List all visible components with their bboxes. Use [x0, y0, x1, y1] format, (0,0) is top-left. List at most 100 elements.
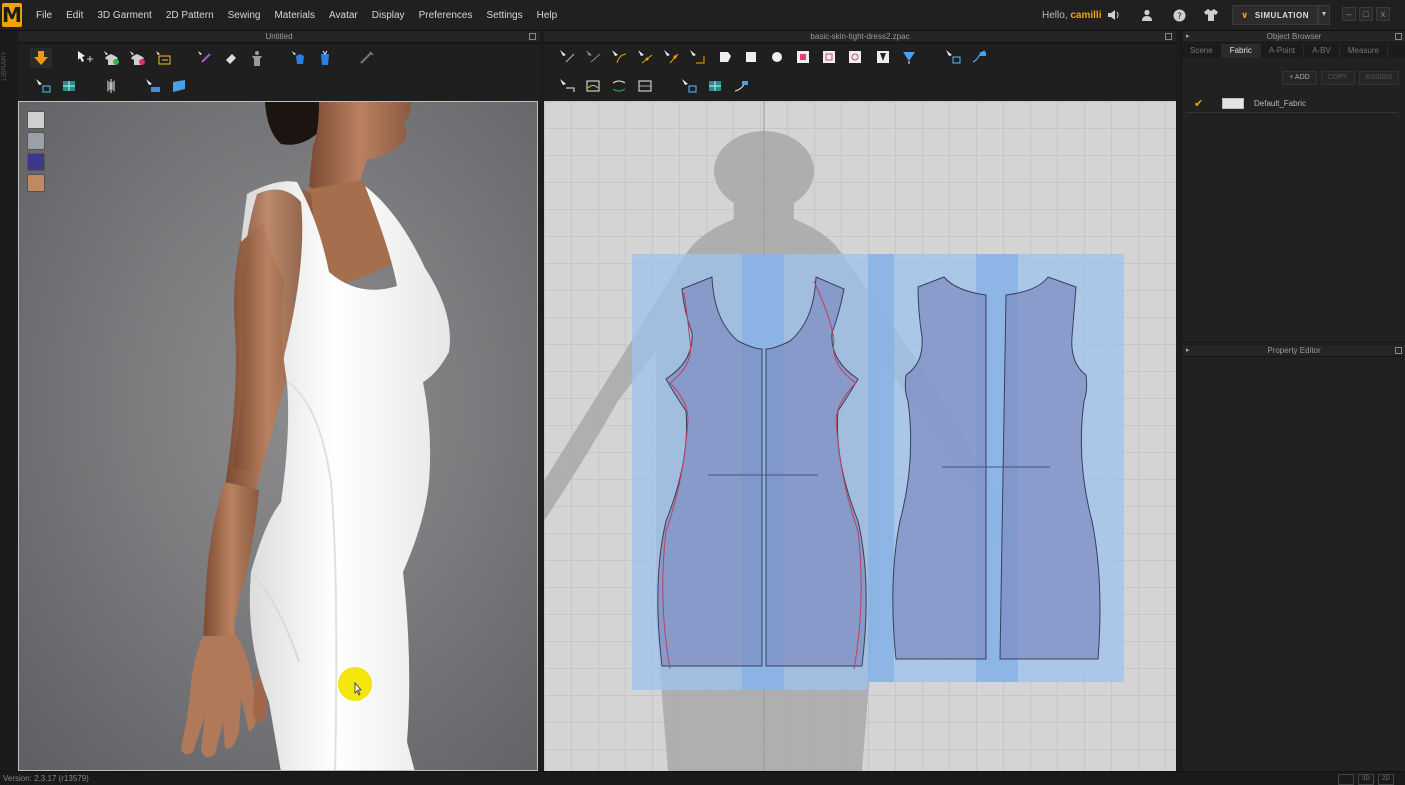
status-bar: Version: 2.3.17 (r13579) 3D 2D — [0, 771, 1405, 785]
view3d-title: Untitled — [265, 32, 293, 41]
fabric-swatch — [1222, 98, 1244, 109]
toolbar-3d-row2 — [18, 72, 540, 101]
skin-display-icon[interactable] — [27, 174, 45, 192]
2d-view-button[interactable]: 2D — [1378, 774, 1394, 785]
internal-rect-icon[interactable] — [818, 47, 840, 67]
unfold-icon[interactable] — [968, 47, 990, 67]
3d-viewport[interactable] — [18, 101, 538, 771]
menu-help[interactable]: Help — [537, 10, 558, 21]
username[interactable]: camilli — [1070, 10, 1101, 21]
avatar-display-icon[interactable] — [27, 132, 45, 150]
transform-pattern-icon[interactable] — [556, 47, 578, 67]
measure-icon[interactable] — [356, 48, 378, 68]
fabric-display-icon[interactable] — [27, 153, 45, 171]
multi-sewing-icon[interactable] — [634, 76, 656, 96]
tab-a-bv[interactable]: A-BV — [1304, 44, 1340, 58]
view3d-header: Untitled — [18, 31, 540, 43]
object-browser-panel: ▸ Object Browser Scene Fabric A-Point A-… — [1181, 31, 1405, 341]
edit-point-icon[interactable] — [582, 47, 604, 67]
import-icon[interactable] — [152, 48, 174, 68]
maximize-panel-icon[interactable] — [1395, 33, 1402, 40]
tab-measure[interactable]: Measure — [1340, 44, 1388, 58]
view2d-title: basic-skin-tight-dress2.zpac — [810, 32, 910, 41]
tab-fabric[interactable]: Fabric — [1221, 44, 1261, 58]
edit-curve-icon[interactable] — [608, 47, 630, 67]
menu-edit[interactable]: Edit — [66, 10, 83, 21]
simulate-icon[interactable] — [30, 48, 52, 68]
close-button[interactable]: x — [1376, 7, 1390, 21]
menu-materials[interactable]: Materials — [274, 10, 315, 21]
avatar-icon[interactable] — [246, 48, 268, 68]
internal-circle-icon[interactable] — [844, 47, 866, 67]
curve-point-icon[interactable] — [634, 47, 656, 67]
toolbar-3d-row1 — [18, 44, 540, 73]
cut-icon[interactable] — [686, 47, 708, 67]
add-button[interactable]: + ADD — [1282, 71, 1317, 85]
eraser-icon[interactable] — [220, 48, 242, 68]
expand-arrow-icon[interactable]: ▸ — [1186, 345, 1190, 357]
edit-sewing-icon[interactable] — [608, 76, 630, 96]
garment-icon[interactable] — [1203, 7, 1219, 23]
tack-icon[interactable] — [314, 48, 336, 68]
pin-icon[interactable] — [194, 48, 216, 68]
menu-3d-garment[interactable]: 3D Garment — [97, 10, 151, 21]
menu-avatar[interactable]: Avatar — [329, 10, 358, 21]
fold-icon[interactable] — [288, 48, 310, 68]
select-mesh-icon[interactable] — [32, 76, 54, 96]
fold-arrow-icon[interactable] — [898, 47, 920, 67]
maximize-panel-icon[interactable] — [529, 33, 536, 40]
maximize-panel-icon[interactable] — [1395, 347, 1402, 354]
segment-sewing-icon[interactable] — [556, 76, 578, 96]
minimize-button[interactable]: – — [1342, 7, 1356, 21]
menu-settings[interactable]: Settings — [486, 10, 522, 21]
toolbar-2d-row1 — [544, 44, 1176, 73]
texture-icon[interactable] — [678, 76, 700, 96]
menu-file[interactable]: File — [36, 10, 52, 21]
trace-icon[interactable] — [942, 47, 964, 67]
list-item[interactable]: ✔ Default_Fabric — [1186, 95, 1398, 113]
split-view-button[interactable] — [1338, 774, 1354, 785]
property-editor-title: Property Editor — [1267, 346, 1321, 355]
user-icon[interactable] — [1139, 7, 1155, 23]
garment-display-icon[interactable] — [27, 111, 45, 129]
select-move-icon[interactable] — [74, 48, 96, 68]
speaker-icon[interactable] — [1106, 7, 1122, 23]
remove-garment-icon[interactable] — [126, 48, 148, 68]
symmetry-icon[interactable] — [100, 76, 122, 96]
tab-scene[interactable]: Scene — [1182, 44, 1222, 58]
grid-icon[interactable] — [704, 76, 726, 96]
rectangle-icon[interactable] — [740, 47, 762, 67]
maximize-button[interactable]: □ — [1359, 7, 1373, 21]
menu-sewing[interactable]: Sewing — [228, 10, 261, 21]
pattern-canvas — [544, 101, 1124, 771]
polygon-icon[interactable] — [714, 47, 736, 67]
copy-button[interactable]: COPY — [1320, 71, 1355, 85]
add-point-icon[interactable] — [660, 47, 682, 67]
dart-icon[interactable] — [872, 47, 894, 67]
internal-polygon-icon[interactable] — [792, 47, 814, 67]
maximize-panel-icon[interactable] — [1165, 33, 1172, 40]
avatar-3d-render — [181, 102, 450, 770]
menu-2d-pattern[interactable]: 2D Pattern — [166, 10, 214, 21]
simulation-button[interactable]: ∨ SIMULATION — [1232, 5, 1318, 25]
expand-arrow-icon[interactable]: ▸ — [1186, 31, 1190, 43]
menu-preferences[interactable]: Preferences — [419, 10, 473, 21]
library-strip[interactable]: LIBRARY — [0, 31, 14, 771]
help-icon[interactable]: ? — [1171, 7, 1187, 23]
edit-texture-icon[interactable] — [730, 76, 752, 96]
texture-icon[interactable] — [58, 76, 80, 96]
free-sewing-icon[interactable] — [582, 76, 604, 96]
fabric-actions: + ADD COPY ASSIGN — [1282, 71, 1399, 85]
3d-view-button[interactable]: 3D — [1358, 774, 1374, 785]
tab-a-point[interactable]: A-Point — [1261, 44, 1305, 58]
flatten-icon[interactable] — [168, 76, 190, 96]
simulation-dropdown[interactable]: ▼ — [1318, 5, 1330, 25]
cursor-highlight — [338, 667, 372, 701]
circle-icon[interactable] — [766, 47, 788, 67]
simulation-label: SIMULATION — [1254, 10, 1309, 20]
add-garment-icon[interactable] — [100, 48, 122, 68]
transform-pattern-icon[interactable] — [142, 76, 164, 96]
menu-display[interactable]: Display — [372, 10, 405, 21]
2d-pattern-viewport[interactable] — [544, 101, 1176, 771]
assign-button[interactable]: ASSIGN — [1358, 71, 1399, 85]
